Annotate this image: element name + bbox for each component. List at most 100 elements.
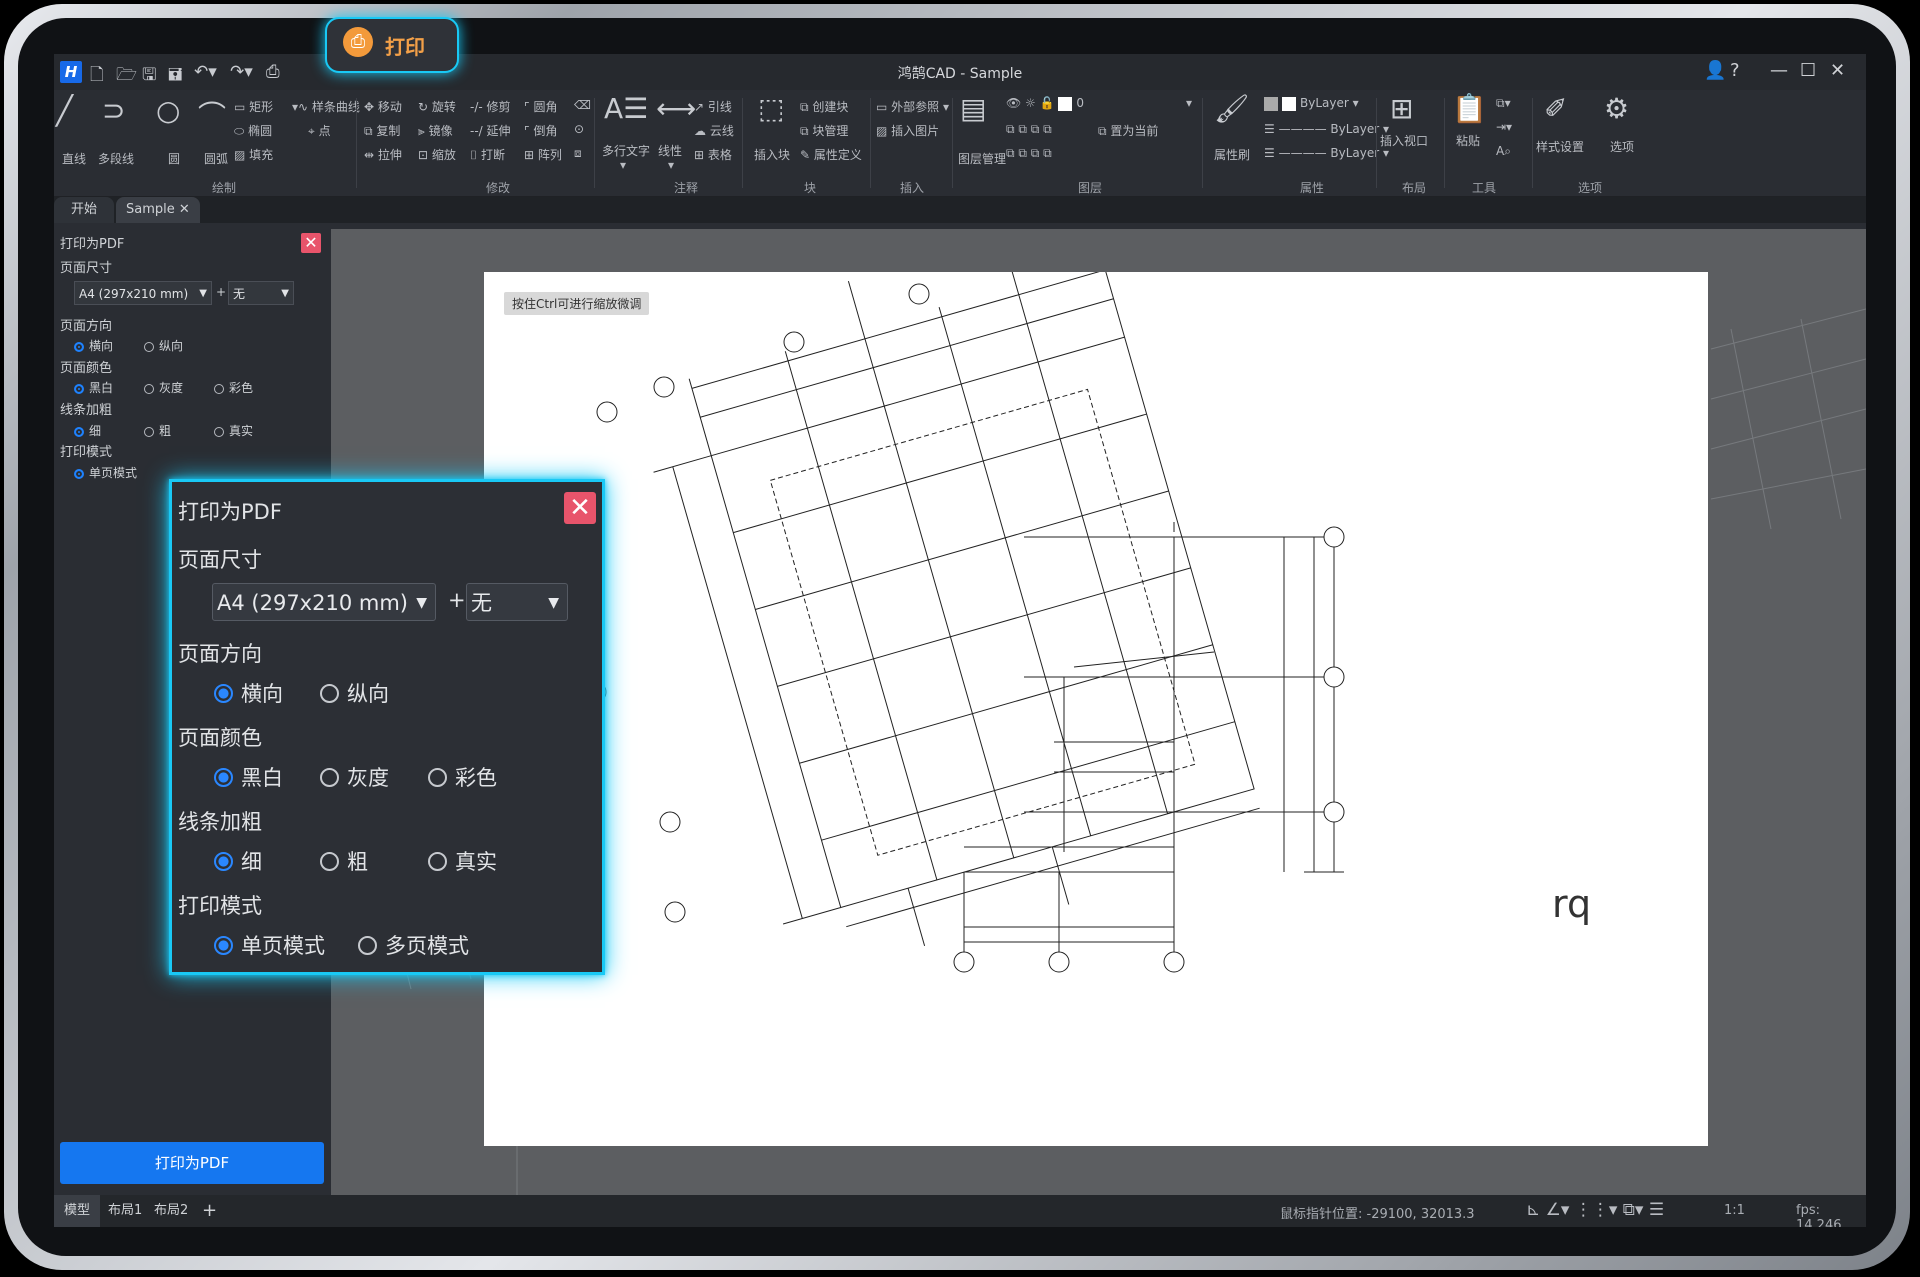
linear-dropdown-icon[interactable]: ▾ xyxy=(668,158,674,172)
color-gray[interactable]: 灰度 xyxy=(144,379,183,396)
spline-tool[interactable]: ▾∿ 样条曲线 xyxy=(292,98,360,115)
zoom-close-icon[interactable]: ✕ xyxy=(564,492,596,524)
zoom-mode-single[interactable]: 单页模式 xyxy=(214,930,325,960)
options-gear-icon[interactable]: ⚙ xyxy=(1604,92,1629,125)
block-manage-tool[interactable]: ⧉ 块管理 xyxy=(800,122,848,139)
offset-icon[interactable]: ⧈ xyxy=(574,146,582,161)
chamfer-tool[interactable]: ⌜ 倒角 xyxy=(524,122,557,139)
zoom-orientation-landscape[interactable]: 横向 xyxy=(214,678,283,708)
copy-tool[interactable]: ⧉ 复制 xyxy=(364,122,400,139)
match-properties-label[interactable]: 属性刷 xyxy=(1214,146,1250,163)
explode-icon[interactable]: ⊙ xyxy=(574,122,584,136)
panel-close-icon[interactable]: ✕ xyxy=(301,233,321,253)
page-size-select[interactable]: A4 (297x210 mm) ▼ xyxy=(74,281,212,305)
circle-tool-icon[interactable]: ○ xyxy=(156,94,180,127)
tools-small-icons-2[interactable]: ⇥▾ xyxy=(1496,120,1512,134)
line-real[interactable]: 真实 xyxy=(214,422,253,439)
zoom-line-thick[interactable]: 粗 xyxy=(320,846,368,876)
mode-single[interactable]: 单页模式 xyxy=(74,464,137,481)
leader-tool[interactable]: ↗ 引线 xyxy=(694,98,732,115)
insert-block-label[interactable]: 插入块 xyxy=(754,146,790,163)
lineweight-select[interactable]: ☰ ———— ByLayer ▾ xyxy=(1264,146,1389,160)
annotation-scale[interactable]: 1:1 xyxy=(1724,1203,1745,1218)
print-pdf-button[interactable]: 打印为PDF xyxy=(60,1142,324,1184)
insert-viewport-label[interactable]: 插入视口 xyxy=(1380,132,1428,149)
insert-image-tool[interactable]: ▨ 插入图片 xyxy=(876,122,939,139)
color-color[interactable]: 彩色 xyxy=(214,379,253,396)
insert-viewport-icon[interactable]: ⊞ xyxy=(1390,92,1413,125)
layer-state-icons[interactable]: 👁 ☼ 🔓 0 xyxy=(1006,96,1084,111)
tab-start[interactable]: 开始 xyxy=(54,197,114,223)
insert-block-icon[interactable]: ⬚ xyxy=(758,92,784,125)
break-tool[interactable]: ⌷ 打断 xyxy=(470,146,505,163)
fillet-tool[interactable]: ⌜ 圆角 xyxy=(524,98,557,115)
match-properties-icon[interactable]: 🖌 xyxy=(1214,92,1250,125)
zoom-orientation-portrait[interactable]: 纵向 xyxy=(320,678,389,708)
layer-manager-icon[interactable]: ▤ xyxy=(960,92,986,125)
arc-tool-icon[interactable]: ⌒ xyxy=(198,94,226,134)
polyline-tool-label[interactable]: 多段线 xyxy=(98,150,134,167)
style-settings-label[interactable]: 样式设置 xyxy=(1536,138,1584,155)
table-tool[interactable]: ⊞ 表格 xyxy=(694,146,732,163)
extend-tool[interactable]: --/ 延伸 xyxy=(470,122,511,139)
set-current-layer[interactable]: ⧉ 置为当前 xyxy=(1098,122,1158,139)
orientation-landscape[interactable]: 横向 xyxy=(74,337,113,354)
linetype-select[interactable]: ☰ ———— ByLayer ▾ xyxy=(1264,122,1389,136)
find-replace-icon[interactable]: A⌕ xyxy=(1496,144,1511,159)
ellipse-tool[interactable]: ⬭ 椭圆 xyxy=(234,122,272,139)
zoom-color-gray[interactable]: 灰度 xyxy=(320,762,389,792)
zoom-line-real[interactable]: 真实 xyxy=(428,846,497,876)
zoom-mode-multi[interactable]: 多页模式 xyxy=(358,930,469,960)
print-highlight-callout[interactable]: ⎙ 打印 xyxy=(325,17,459,73)
extra-select[interactable]: 无 ▼ xyxy=(228,281,294,305)
move-tool[interactable]: ✥ 移动 xyxy=(364,98,402,115)
erase-icon[interactable]: ⌫ xyxy=(574,98,591,112)
rect-tool[interactable]: ▭ 矩形 xyxy=(234,98,273,115)
paste-label[interactable]: 粘贴 xyxy=(1456,132,1480,149)
revcloud-tool[interactable]: ☁ 云线 xyxy=(694,122,734,139)
stretch-tool[interactable]: ⇹ 拉伸 xyxy=(364,146,402,163)
layer-manager-label[interactable]: 图层管理 xyxy=(958,150,1006,167)
minimize-icon[interactable]: — xyxy=(1770,60,1788,81)
options-label[interactable]: 选项 xyxy=(1610,138,1634,155)
zoom-extra-select[interactable]: 无 ▼ xyxy=(466,583,568,621)
zoom-color-bw[interactable]: 黑白 xyxy=(214,762,283,792)
close-window-icon[interactable]: ✕ xyxy=(1830,60,1845,81)
linear-dim-icon[interactable]: ⟷ xyxy=(656,92,696,125)
circle-tool-label[interactable]: 圆 xyxy=(168,150,180,167)
mirror-tool[interactable]: ⫸ 镜像 xyxy=(418,122,453,139)
tab-sample[interactable]: Sample ✕ xyxy=(116,197,200,223)
tools-small-icons[interactable]: ⧉▾ xyxy=(1496,96,1511,111)
line-thick[interactable]: 粗 xyxy=(144,422,171,439)
line-tool-label[interactable]: 直线 xyxy=(62,150,86,167)
orientation-portrait[interactable]: 纵向 xyxy=(144,337,183,354)
mtext-dropdown-icon[interactable]: ▾ xyxy=(620,158,626,172)
style-settings-icon[interactable]: ✐ xyxy=(1544,92,1567,125)
tab-close-icon[interactable]: ✕ xyxy=(179,202,190,217)
maximize-icon[interactable]: ☐ xyxy=(1800,60,1816,81)
paste-icon[interactable]: 📋 xyxy=(1452,92,1487,125)
color-select[interactable]: ByLayer ▾ xyxy=(1264,96,1359,111)
mtext-icon[interactable]: A☰ xyxy=(604,92,648,125)
line-tool-icon[interactable]: ╱ xyxy=(56,94,73,127)
array-tool[interactable]: ⊞ 阵列 xyxy=(524,146,562,163)
polyline-tool-icon[interactable]: ⊃ xyxy=(102,94,125,127)
add-layout-button[interactable]: + xyxy=(192,1195,227,1227)
line-thin[interactable]: 细 xyxy=(74,422,101,439)
color-bw[interactable]: 黑白 xyxy=(74,379,113,396)
help-icon[interactable]: ? xyxy=(1730,60,1740,81)
linear-dim-label[interactable]: 线性 xyxy=(658,142,682,159)
attdef-tool[interactable]: ✎ 属性定义 xyxy=(800,146,862,163)
create-block-tool[interactable]: ⧉ 创建块 xyxy=(800,98,848,115)
scale-tool[interactable]: ⊡ 缩放 xyxy=(418,146,456,163)
layer-dropdown-icon[interactable]: ▾ xyxy=(1186,96,1192,110)
zoom-line-thin[interactable]: 细 xyxy=(214,846,262,876)
mtext-tool-label[interactable]: 多行文字 xyxy=(602,142,650,159)
tab-layout2[interactable]: 布局2 xyxy=(144,1195,198,1227)
xref-tool[interactable]: ▭ 外部参照 ▾ xyxy=(876,98,949,115)
rotate-tool[interactable]: ↻ 旋转 xyxy=(418,98,456,115)
hatch-tool[interactable]: ▨ 填充 xyxy=(234,146,273,163)
user-icon[interactable]: 👤 xyxy=(1704,60,1726,81)
zoom-page-size-select[interactable]: A4 (297x210 mm) ▼ xyxy=(212,583,436,621)
tab-model[interactable]: 模型 xyxy=(54,1195,101,1227)
